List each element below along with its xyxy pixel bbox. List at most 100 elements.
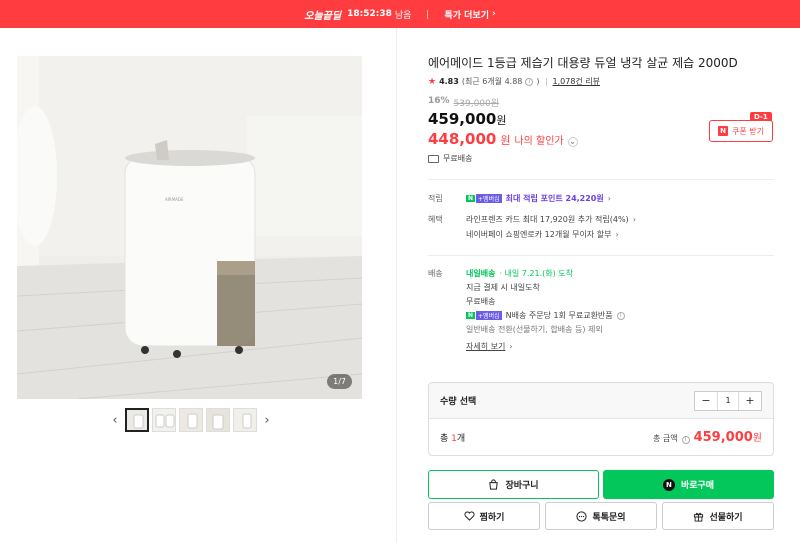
info-icon[interactable]: i xyxy=(616,311,625,320)
thumbnail-2[interactable] xyxy=(152,408,176,432)
info-icon[interactable]: i xyxy=(681,435,690,444)
dehumidifier-photo: AIRMADE xyxy=(17,56,362,399)
product-main-image[interactable]: AIRMADE 1/7 xyxy=(17,56,362,399)
chevron-right-icon[interactable]: › xyxy=(260,413,274,428)
chevron-right-icon: › xyxy=(615,230,619,239)
section-divider xyxy=(428,179,774,180)
delivery-line-3: N배송 주문당 1회 무료교환반품 xyxy=(505,311,613,320)
quantity-select-row: 수량 선택 − 1 + xyxy=(429,383,773,419)
deal-timer: 18:52:38 xyxy=(347,9,392,19)
thumbnail-5[interactable] xyxy=(233,408,257,432)
total-row: 총 1개 총 금액 i 459,000원 xyxy=(429,419,773,455)
deal-remaining: 남음 xyxy=(394,10,412,21)
thumbnail-4[interactable] xyxy=(206,408,230,432)
benefit-label: 혜택 xyxy=(428,215,443,224)
total-count-suffix: 개 xyxy=(456,433,466,444)
talktalk-label: 톡톡문의 xyxy=(592,512,626,523)
total-amount: 459,000원 xyxy=(694,429,762,445)
delivery-tomorrow: 내일배송 · 내일 7.21.(화) 도착 xyxy=(466,268,573,279)
sale-price-value: 448,000 xyxy=(428,130,497,148)
benefit-line-2: 네이버페이 쇼핑엔로카 12개월 무이자 할부 xyxy=(466,230,612,239)
benefit-installment-link[interactable]: 네이버페이 쇼핑엔로카 12개월 무이자 할부 › xyxy=(466,229,619,240)
buy-now-label: 바로구매 xyxy=(680,481,715,491)
total-count: 총 1개 xyxy=(440,431,465,444)
svg-text:AIRMADE: AIRMADE xyxy=(165,197,184,202)
benefit-line-1: 라인프렌즈 카드 최대 17,920원 추가 적립(4%) xyxy=(466,215,629,224)
benefit-card-link[interactable]: 라인프렌즈 카드 최대 17,920원 추가 적립(4%) › xyxy=(466,214,636,225)
panel-divider xyxy=(396,28,397,543)
plus-icon[interactable]: + xyxy=(739,392,761,410)
coupon-button[interactable]: N 쿠폰 받기 xyxy=(709,120,773,142)
buy-now-button[interactable]: N 바로구매 xyxy=(603,470,774,499)
thumbnail-image xyxy=(127,410,147,430)
sale-price-currency: 원 xyxy=(500,134,511,147)
total-count-prefix: 총 xyxy=(440,433,452,444)
minus-icon[interactable]: − xyxy=(695,392,717,410)
delivery-details-label: 자세히 보기 xyxy=(466,342,506,351)
delivery-tag: 내일배송 xyxy=(466,269,496,278)
total-amount-value: 459,000 xyxy=(693,430,753,445)
delivery-line-4: 일반배송 전환(선물하기, 합배송 등) 제외 xyxy=(466,325,603,334)
price-value: 459,000 xyxy=(428,110,497,128)
product-title: 에어메이드 1등급 제습기 대용량 듀얼 냉각 살균 제습 2000D xyxy=(428,56,738,70)
deal-separator xyxy=(427,9,429,19)
discount-percent: 16% xyxy=(428,96,450,106)
gift-label: 선물하기 xyxy=(709,512,743,523)
sale-price[interactable]: 448,000 원 나의 할인가 ⌄ xyxy=(428,130,578,148)
rating-row: ★ 4.83 (최근 6개월 4.88 i) 1,078건 리뷰 xyxy=(428,76,600,87)
wish-label: 찜하기 xyxy=(479,512,505,523)
benefits-section: 적립 N +멤버십 최대 적립 포인트 24,220원 › 혜택 라인프렌즈 카드… xyxy=(428,193,774,243)
delivery-label: 배송 xyxy=(428,269,443,278)
section-divider xyxy=(428,255,774,256)
total-amount-group: 총 금액 i 459,000원 xyxy=(653,429,762,445)
naver-n-icon: N xyxy=(662,478,675,491)
price: 459,000원 xyxy=(428,110,506,128)
coupon-label: 쿠폰 받기 xyxy=(732,126,764,136)
total-amount-currency: 원 xyxy=(752,433,762,444)
gift-button[interactable]: 선물하기 xyxy=(662,502,774,530)
quantity-label: 수량 선택 xyxy=(440,397,477,407)
delivery-return-row: N +멤버십 N배송 주문당 1회 무료교환반품 i xyxy=(466,310,625,321)
shipping-free-label: 무료배송 xyxy=(443,154,473,163)
delivery-details-link[interactable]: 자세히 보기 › xyxy=(466,341,513,352)
naver-n-icon: N xyxy=(718,126,728,136)
rating-close-paren: ) xyxy=(536,77,540,86)
points-text: 최대 적립 포인트 24,220원 xyxy=(505,194,604,203)
truck-icon xyxy=(428,154,439,163)
delivery-line-2: 무료배송 xyxy=(466,297,496,306)
thumbnail-image xyxy=(234,409,256,431)
deal-badge: 오늘끝딜 xyxy=(304,10,342,22)
points-link[interactable]: N +멤버십 최대 적립 포인트 24,220원 › xyxy=(466,193,611,204)
deal-more-label: 특가 더보기 xyxy=(444,10,489,21)
chevron-right-icon: › xyxy=(509,342,513,351)
review-link[interactable]: 1,078건 리뷰 xyxy=(553,76,601,87)
discount-row: 16% 539,000원 xyxy=(428,96,499,109)
deal-bar[interactable]: 오늘끝딜 18:52:38 남음 특가 더보기 › xyxy=(0,0,800,28)
wish-button[interactable]: 찜하기 xyxy=(428,502,540,530)
chevron-left-icon[interactable]: ‹ xyxy=(108,413,122,428)
talktalk-button[interactable]: 톡톡문의 xyxy=(545,502,657,530)
chevron-right-icon: › xyxy=(491,9,496,19)
thumbnail-3[interactable] xyxy=(179,408,203,432)
deal-more-link[interactable]: 특가 더보기 › xyxy=(444,8,495,21)
cart-button[interactable]: 장바구니 xyxy=(428,470,599,499)
rating-divider xyxy=(545,77,547,86)
chevron-down-icon[interactable]: ⌄ xyxy=(567,136,578,147)
star-icon: ★ xyxy=(428,76,437,87)
gift-icon xyxy=(694,512,704,522)
thumbnail-image xyxy=(153,409,175,431)
shopping-bag-icon xyxy=(489,479,499,490)
quantity-box: 수량 선택 − 1 + 총 1개 총 금액 i 459,000원 xyxy=(428,382,774,456)
quantity-stepper[interactable]: − 1 + xyxy=(694,390,762,411)
npay-membership-icon: N +멤버십 xyxy=(466,311,502,320)
chevron-right-icon: › xyxy=(607,194,611,203)
image-page-counter: 1/7 xyxy=(327,374,352,389)
info-icon[interactable]: i xyxy=(525,77,534,86)
rating-score: 4.83 xyxy=(439,77,459,86)
thumbnail-image xyxy=(207,409,229,431)
delivery-date: · 내일 7.21.(화) 도착 xyxy=(499,269,574,278)
thumbnail-1[interactable] xyxy=(125,408,149,432)
recent-rating: (최근 6개월 4.88 xyxy=(461,77,523,86)
chat-bubble-icon xyxy=(576,510,588,522)
quantity-value[interactable]: 1 xyxy=(717,391,739,410)
